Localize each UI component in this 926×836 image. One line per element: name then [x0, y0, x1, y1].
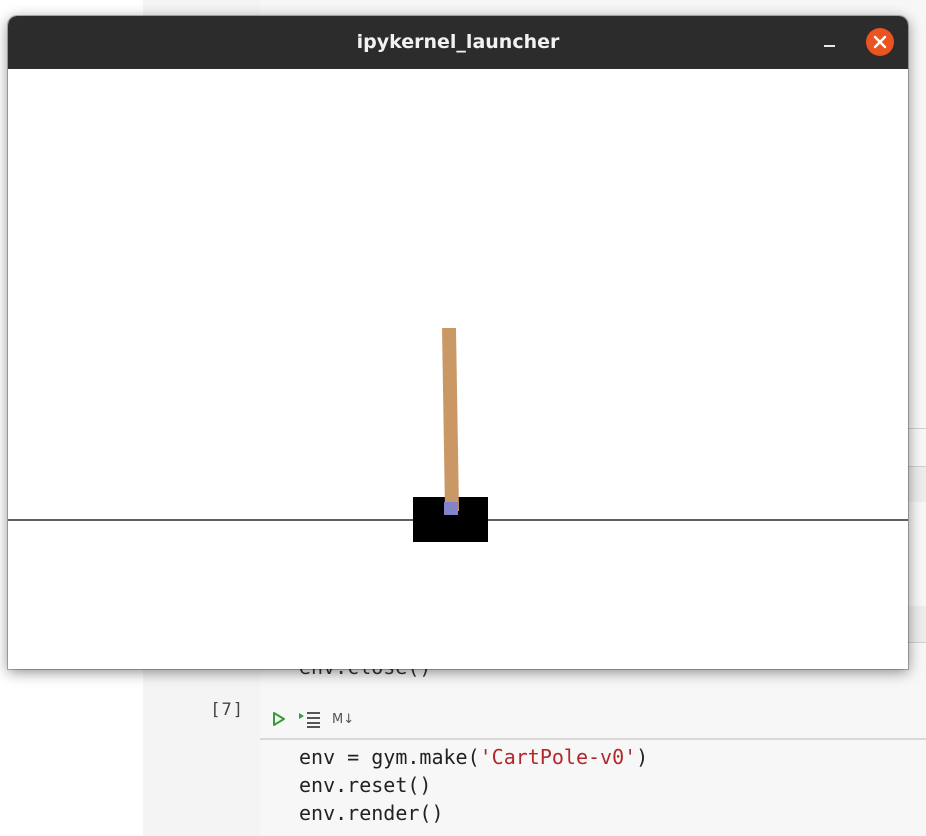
code-token: env.render()	[299, 801, 444, 825]
code-token: )	[636, 745, 649, 769]
code-line: env = gym.make('CartPole-v0')	[299, 744, 648, 770]
run-all-below-button[interactable]	[296, 707, 324, 731]
close-button[interactable]	[866, 28, 894, 56]
notebook-cell-band	[908, 606, 926, 642]
window-titlebar[interactable]: ipykernel_launcher	[8, 16, 908, 69]
code-cell-editor[interactable]: env = gym.make('CartPole-v0') env.reset(…	[260, 740, 926, 836]
code-token: env.reset()	[299, 773, 432, 797]
notebook-cell-band	[908, 466, 926, 502]
minimize-button[interactable]	[818, 30, 842, 54]
run-cell-button[interactable]	[268, 707, 290, 731]
cartpole-render	[8, 328, 908, 542]
desktop-screen: env.close() [7] M↓ env = gym.make('CartP…	[0, 0, 926, 836]
change-to-markdown-button[interactable]: M↓	[332, 707, 354, 731]
cell-execution-prompt: [7]	[210, 700, 244, 720]
axle	[444, 502, 458, 515]
render-window: ipykernel_launcher	[8, 16, 908, 669]
pole	[442, 328, 459, 511]
code-line: env.render()	[299, 800, 444, 826]
close-icon	[873, 35, 887, 49]
window-title: ipykernel_launcher	[356, 31, 560, 53]
run-all-below-icon	[299, 712, 320, 728]
cell-toolbar: M↓	[260, 700, 926, 740]
code-string-token: 'CartPole-v0'	[479, 745, 637, 769]
notebook-cell-divider	[908, 428, 926, 429]
notebook-cell-divider	[908, 466, 926, 467]
cartpole-canvas	[8, 69, 908, 669]
code-token: env = gym.make(	[299, 745, 480, 769]
notebook-cell-divider	[908, 642, 926, 643]
run-cell-icon	[273, 712, 285, 726]
code-line: env.reset()	[299, 772, 431, 798]
